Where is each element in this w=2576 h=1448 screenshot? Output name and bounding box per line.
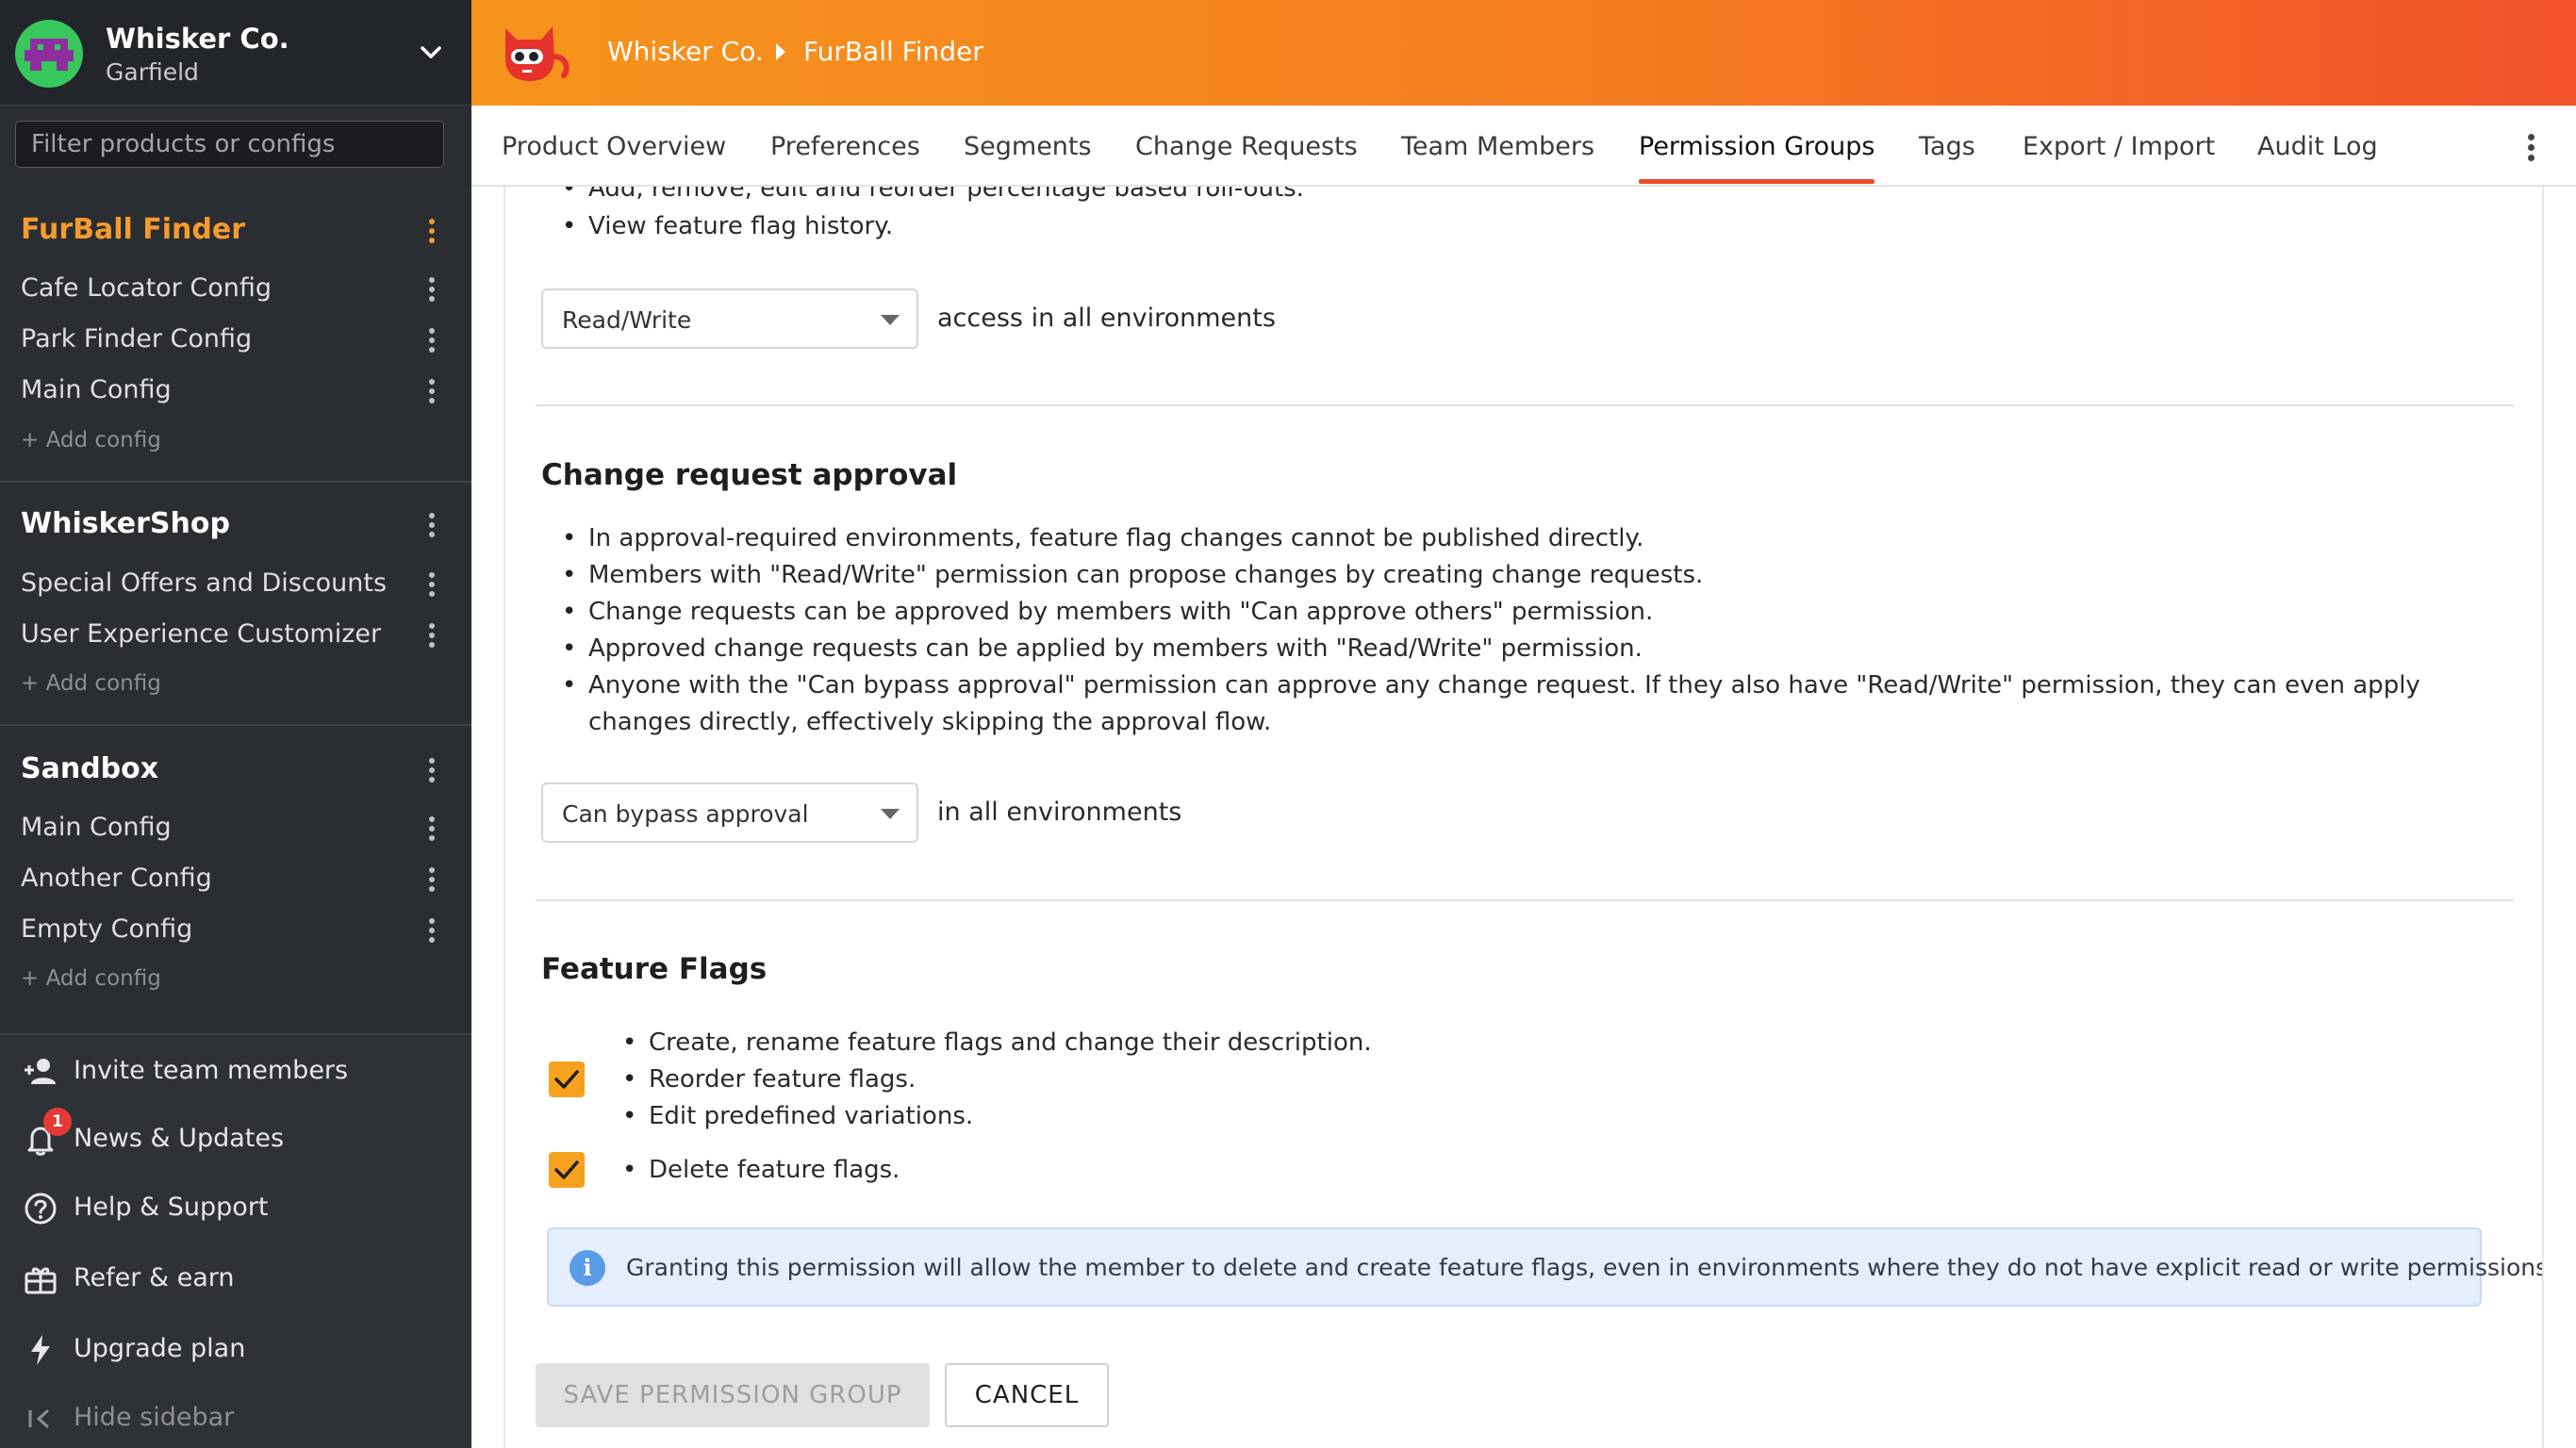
tab-permission-groups[interactable]: Permission Groups (1639, 132, 1874, 161)
checkmark-icon (554, 1160, 579, 1179)
org-user: Garfield (106, 58, 199, 86)
chevron-right-icon (776, 43, 785, 60)
org-avatar (15, 20, 83, 88)
tab-tags[interactable]: Tags (1919, 132, 1975, 161)
org-switcher[interactable]: Whisker Co. Garfield (0, 0, 471, 106)
access-suffix: access in all environments (937, 304, 1276, 333)
permission-bullet: View feature flag history. (562, 212, 893, 240)
notification-badge: 1 (43, 1108, 72, 1136)
filter-input[interactable] (15, 121, 444, 168)
lightning-icon (31, 1335, 50, 1365)
caret-down-icon (881, 315, 900, 325)
flag-bullet: Delete feature flags. (622, 1156, 900, 1184)
approval-bullet: Members with "Read/Write" permission can… (562, 561, 1703, 589)
flag-bullet: Create, rename feature flags and change … (622, 1028, 1372, 1057)
divider (0, 724, 471, 726)
tab-segments[interactable]: Segments (964, 132, 1092, 161)
config-item[interactable]: Main Config (21, 813, 172, 842)
sidebar-bottom-nav: Invite team members News & Updates Help … (0, 1033, 471, 1448)
active-tab-indicator (1639, 179, 1874, 184)
section-title-feature-flags: Feature Flags (541, 952, 768, 986)
help-label: Help & Support (74, 1193, 269, 1222)
checkmark-icon (554, 1070, 579, 1089)
gift-icon (25, 1267, 57, 1294)
cat-logo-icon[interactable] (498, 19, 573, 87)
tab-export-import[interactable]: Export / Import (2023, 132, 2215, 161)
product-menu-icon[interactable] (422, 217, 441, 245)
tab-team-members[interactable]: Team Members (1401, 132, 1594, 161)
approval-bullet: Approved change requests can be applied … (562, 634, 1643, 663)
add-config-link[interactable]: + Add config (21, 966, 161, 991)
config-menu-icon[interactable] (422, 865, 441, 894)
approval-bullet: Change requests can be approved by membe… (562, 598, 1653, 626)
invite-label: Invite team members (74, 1056, 349, 1085)
approval-bullet: In approval-required environments, featu… (562, 524, 1643, 552)
tab-preferences[interactable]: Preferences (770, 132, 920, 161)
top-header: Whisker Co. FurBall Finder (471, 0, 2576, 106)
approval-suffix: in all environments (937, 798, 1182, 827)
upgrade-label: Upgrade plan (74, 1334, 246, 1363)
product-furball-finder[interactable]: FurBall Finder (21, 213, 245, 246)
breadcrumb-product[interactable]: FurBall Finder (803, 36, 983, 67)
config-menu-icon[interactable] (422, 916, 441, 945)
hide-sidebar-label: Hide sidebar (74, 1403, 235, 1432)
tab-product-overview[interactable]: Product Overview (502, 132, 726, 161)
access-level-value: Read/Write (562, 306, 692, 334)
product-sandbox[interactable]: Sandbox (21, 752, 158, 785)
config-item[interactable]: Empty Config (21, 914, 192, 944)
info-icon: i (570, 1250, 605, 1286)
config-menu-icon[interactable] (422, 621, 441, 650)
flag-bullet: Edit predefined variations. (622, 1102, 973, 1130)
cancel-button[interactable]: CANCEL (945, 1363, 1109, 1427)
config-menu-icon[interactable] (422, 814, 441, 843)
flag-manage-checkbox[interactable] (549, 1061, 585, 1097)
section-divider (536, 404, 2514, 406)
config-item[interactable]: Park Finder Config (21, 324, 252, 354)
config-menu-icon[interactable] (422, 377, 441, 405)
approval-level-value: Can bypass approval (562, 800, 809, 828)
product-menu-icon[interactable] (422, 511, 441, 539)
news-label: News & Updates (74, 1124, 285, 1153)
config-item[interactable]: Main Config (21, 375, 172, 404)
tab-audit-log[interactable]: Audit Log (2257, 132, 2378, 161)
tab-bar: Product Overview Preferences Segments Ch… (471, 106, 2576, 187)
approval-bullet-continued: changes directly, effectively skipping t… (588, 708, 1272, 736)
divider (0, 481, 471, 483)
product-menu-icon[interactable] (422, 756, 441, 784)
save-permission-group-button[interactable]: SAVE PERMISSION GROUP (536, 1363, 930, 1427)
permission-group-form: Add, remove, edit and reorder percentage… (504, 187, 2544, 1448)
config-menu-icon[interactable] (422, 275, 441, 304)
add-person-icon (25, 1059, 56, 1084)
config-menu-icon[interactable] (422, 570, 441, 599)
config-item[interactable]: Another Config (21, 864, 212, 893)
collapse-sidebar-icon (28, 1409, 49, 1428)
tab-change-requests[interactable]: Change Requests (1135, 132, 1358, 161)
flag-delete-checkbox[interactable] (549, 1152, 585, 1188)
add-config-link[interactable]: + Add config (21, 428, 161, 452)
add-config-link[interactable]: + Add config (21, 671, 161, 696)
config-item[interactable]: Cafe Locator Config (21, 273, 272, 303)
more-menu-icon[interactable] (2521, 132, 2540, 164)
approval-level-select[interactable]: Can bypass approval (541, 782, 918, 843)
section-divider (536, 899, 2514, 901)
product-whiskershop[interactable]: WhiskerShop (21, 507, 230, 540)
section-title-approval: Change request approval (541, 458, 958, 492)
permission-bullet: Add, remove, edit and reorder percentage… (562, 187, 1304, 203)
config-menu-icon[interactable] (422, 326, 441, 354)
info-alert: i Granting this permission will allow th… (547, 1227, 2542, 1307)
config-item[interactable]: Special Offers and Discounts (21, 568, 387, 598)
access-level-select[interactable]: Read/Write (541, 288, 918, 349)
config-item[interactable]: User Experience Customizer (21, 619, 381, 649)
approval-bullet: Anyone with the "Can bypass approval" pe… (562, 671, 2420, 699)
breadcrumb-org[interactable]: Whisker Co. (607, 36, 764, 67)
refer-label: Refer & earn (74, 1263, 235, 1292)
flag-bullet: Reorder feature flags. (622, 1065, 916, 1094)
org-name: Whisker Co. (106, 23, 289, 55)
info-text: Granting this permission will allow the … (626, 1254, 2544, 1281)
help-icon (25, 1193, 57, 1225)
caret-down-icon (881, 809, 900, 819)
chevron-down-icon[interactable] (416, 38, 446, 68)
